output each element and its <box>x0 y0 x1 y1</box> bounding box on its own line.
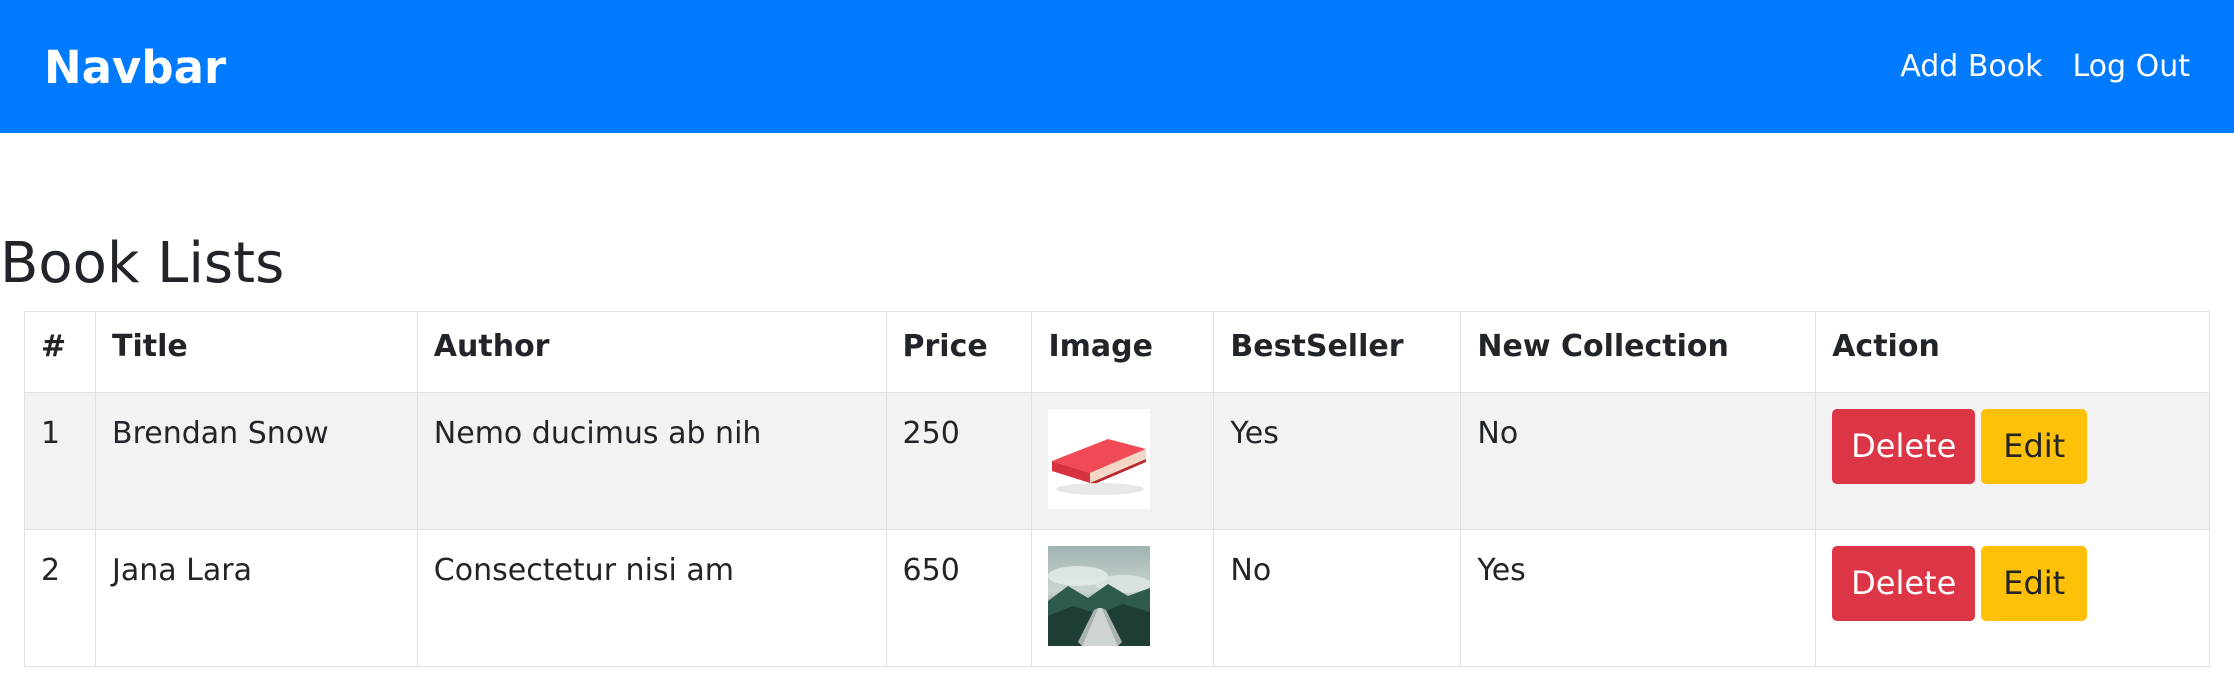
add-book-link[interactable]: Add Book <box>1900 46 2042 88</box>
header-price: Price <box>885 311 1033 393</box>
cell-price: 650 <box>885 529 1033 667</box>
header-bestseller: BestSeller <box>1213 311 1462 393</box>
header-author: Author <box>416 311 887 393</box>
cell-num: 1 <box>24 392 96 530</box>
cell-num: 2 <box>24 529 96 667</box>
cell-author: Consectetur nisi am <box>416 529 887 667</box>
cell-action: Delete Edit <box>1815 392 2210 530</box>
page-title: Book Lists <box>0 231 285 296</box>
header-action: Action <box>1815 311 2210 393</box>
header-title: Title <box>94 311 418 393</box>
log-out-link[interactable]: Log Out <box>2072 46 2190 88</box>
cell-image <box>1031 529 1215 667</box>
cell-title: Jana Lara <box>94 529 418 667</box>
navbar: Navbar Add Book Log Out <box>0 0 2234 133</box>
delete-button[interactable]: Delete <box>1832 546 1976 621</box>
table-row: 2 Jana Lara Consectetur nisi am 650 No Y… <box>24 529 2210 667</box>
edit-button[interactable]: Edit <box>1981 409 2088 484</box>
header-image: Image <box>1031 311 1215 393</box>
book-table: # Title Author Price Image BestSeller Ne… <box>24 311 2210 667</box>
cell-bestseller: Yes <box>1213 392 1462 530</box>
cell-new-collection: No <box>1460 392 1817 530</box>
table-row: 1 Brendan Snow Nemo ducimus ab nih 250 Y… <box>24 392 2210 530</box>
delete-button[interactable]: Delete <box>1832 409 1976 484</box>
red-book-image <box>1048 409 1151 509</box>
edit-button[interactable]: Edit <box>1981 546 2088 621</box>
cell-title: Brendan Snow <box>94 392 418 530</box>
cell-bestseller: No <box>1213 529 1462 667</box>
cell-new-collection: Yes <box>1460 529 1817 667</box>
open-book-landscape-image <box>1048 546 1151 646</box>
cell-price: 250 <box>885 392 1033 530</box>
table-header-row: # Title Author Price Image BestSeller Ne… <box>24 311 2210 393</box>
header-new-collection: New Collection <box>1460 311 1817 393</box>
navbar-brand[interactable]: Navbar <box>44 38 226 98</box>
header-num: # <box>24 311 96 393</box>
nav-links: Add Book Log Out <box>1900 46 2190 88</box>
cell-action: Delete Edit <box>1815 529 2210 667</box>
cell-image <box>1031 392 1215 530</box>
cell-author: Nemo ducimus ab nih <box>416 392 887 530</box>
